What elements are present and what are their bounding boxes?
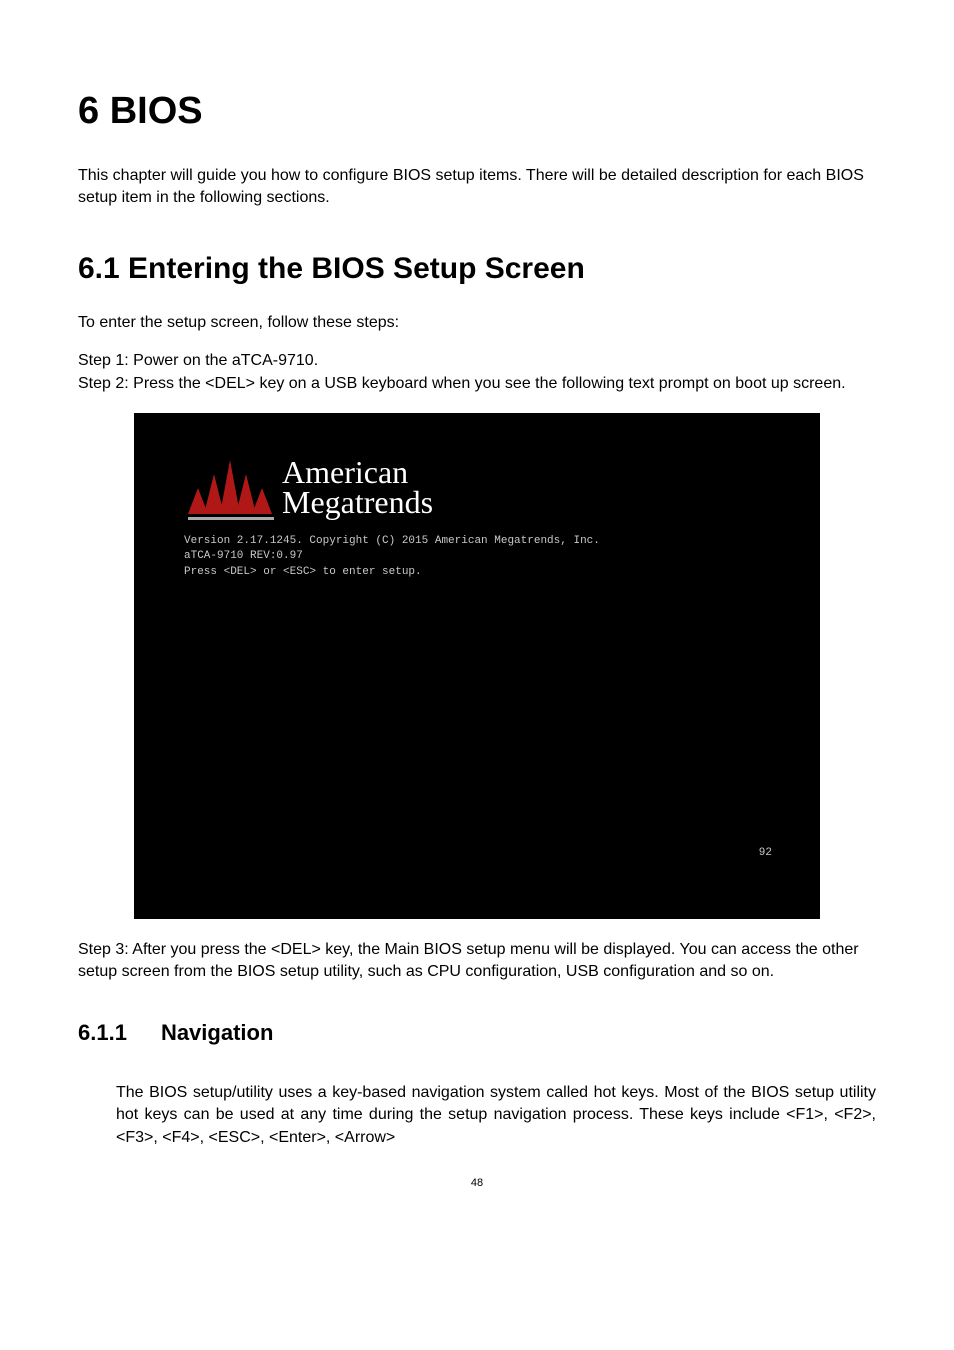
- terminal-line-1: Version 2.17.1245. Copyright (C) 2015 Am…: [184, 534, 770, 549]
- bios-terminal-text: Version 2.17.1245. Copyright (C) 2015 Am…: [184, 534, 770, 580]
- section-title: 6.1 Entering the BIOS Setup Screen: [78, 252, 876, 286]
- subsection-number: 6.1.1: [78, 1020, 127, 1046]
- terminal-line-3: Press <DEL> or <ESC> to enter setup.: [184, 565, 770, 580]
- steps-block: Step 1: Power on the aTCA-9710. Step 2: …: [78, 350, 876, 395]
- ami-logo: American Megatrends: [188, 457, 770, 520]
- bios-boot-screenshot: American Megatrends Version 2.17.1245. C…: [134, 413, 820, 919]
- step-1: Step 1: Power on the aTCA-9710.: [78, 350, 876, 372]
- ami-logo-text: American Megatrends: [282, 457, 433, 518]
- ami-triangles-icon: [188, 460, 274, 520]
- subsection-body: The BIOS setup/utility uses a key-based …: [116, 1082, 876, 1149]
- logo-line-2: Megatrends: [282, 487, 433, 517]
- step-2: Step 2: Press the <DEL> key on a USB key…: [78, 373, 876, 395]
- chapter-title: 6 BIOS: [78, 90, 876, 133]
- subsection-name: Navigation: [161, 1020, 273, 1045]
- subsection-title: 6.1.1 Navigation: [78, 1020, 876, 1046]
- bios-corner-number: 92: [759, 847, 772, 859]
- step-3: Step 3: After you press the <DEL> key, t…: [78, 939, 876, 984]
- terminal-line-2: aTCA-9710 REV:0.97: [184, 549, 770, 564]
- setup-intro: To enter the setup screen, follow these …: [78, 312, 876, 334]
- intro-paragraph: This chapter will guide you how to confi…: [78, 165, 876, 210]
- logo-line-1: American: [282, 457, 433, 487]
- page-number: 48: [78, 1177, 876, 1189]
